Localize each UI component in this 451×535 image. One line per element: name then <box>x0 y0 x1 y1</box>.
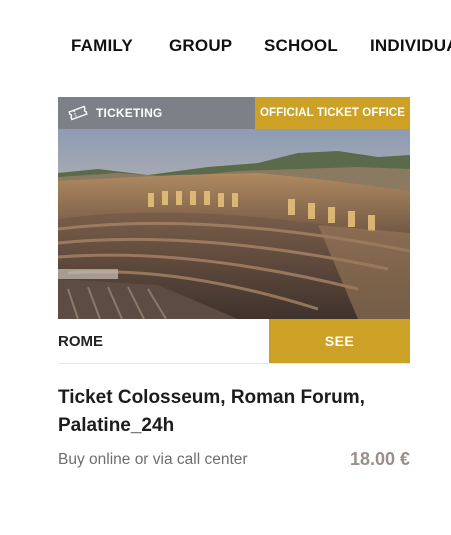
card-header: TICKETING OFFICIAL TICKET OFFICE <box>58 97 410 129</box>
ticket-card[interactable]: TICKETING OFFICIAL TICKET OFFICE ROME SE… <box>58 97 410 364</box>
see-button[interactable]: SEE <box>269 319 410 363</box>
product-price: 18.00 € <box>349 449 410 469</box>
ticket-icon <box>68 105 88 121</box>
category-label: TICKETING <box>96 106 163 120</box>
colosseum-photo[interactable] <box>58 129 410 319</box>
official-badge-label: OFFICIAL TICKET OFFICE <box>259 107 406 119</box>
category-label-bar: TICKETING <box>58 97 255 129</box>
location-label: ROME <box>58 332 103 350</box>
tab-group[interactable]: GROUP <box>169 36 232 56</box>
page: FAMILY GROUP SCHOOL INDIVIDUAL TICKETING… <box>0 0 451 535</box>
product-title[interactable]: Ticket Colosseum, Roman Forum, Palatine_… <box>58 384 388 440</box>
product-subtitle: Buy online or via call center <box>58 451 248 468</box>
tab-school[interactable]: SCHOOL <box>264 36 338 56</box>
tab-family[interactable]: FAMILY <box>71 36 133 56</box>
tab-individual[interactable]: INDIVIDUAL <box>370 36 451 56</box>
category-tabs: FAMILY GROUP SCHOOL INDIVIDUAL <box>0 36 451 60</box>
official-badge: OFFICIAL TICKET OFFICE <box>255 97 410 129</box>
location-row: ROME SEE <box>58 319 410 364</box>
